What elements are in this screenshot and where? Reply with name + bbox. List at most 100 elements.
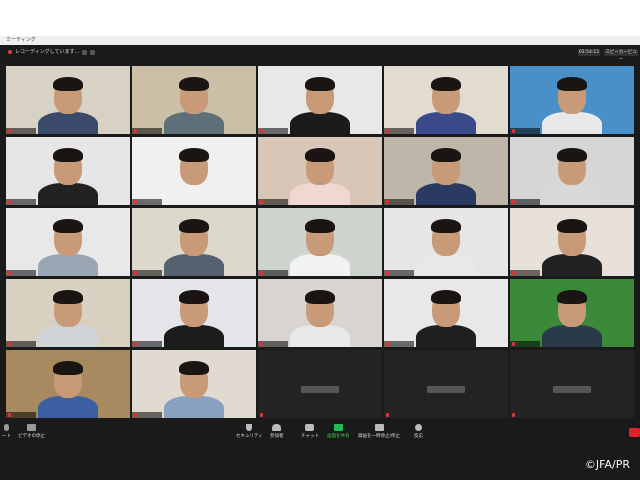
- participants-label: 参加者: [270, 434, 284, 439]
- muted-mic-icon: [386, 342, 389, 346]
- muted-mic-icon: [512, 342, 515, 346]
- participant-video-tile[interactable]: [132, 137, 256, 205]
- participant-video-tile[interactable]: [258, 208, 382, 276]
- participant-video-tile[interactable]: [510, 208, 634, 276]
- stop-recording-icon[interactable]: [90, 49, 96, 55]
- security-label: セキュリティ: [236, 434, 263, 439]
- participant-body: [290, 112, 350, 134]
- participant-hair: [557, 219, 587, 233]
- participant-body: [290, 183, 350, 205]
- muted-mic-icon: [8, 200, 11, 204]
- share-screen-icon: [333, 424, 343, 431]
- participant-video-tile[interactable]: [384, 66, 508, 134]
- muted-mic-icon: [134, 200, 137, 204]
- participant-video-tile[interactable]: [258, 66, 382, 134]
- participant-video-tile[interactable]: [510, 350, 634, 418]
- muted-mic-icon: [386, 271, 389, 275]
- reaction-button[interactable]: 反応: [414, 424, 423, 439]
- participant-video-tile[interactable]: [6, 279, 130, 347]
- participant-video-tile[interactable]: [384, 279, 508, 347]
- participant-video-tile[interactable]: [6, 208, 130, 276]
- participant-video-tile[interactable]: [6, 66, 130, 134]
- participant-hair: [431, 77, 461, 91]
- participant-hair: [431, 290, 461, 304]
- participant-body: [542, 254, 602, 276]
- share-screen-label: 画面を共有: [327, 434, 350, 439]
- participant-video-tile[interactable]: [132, 208, 256, 276]
- participant-body: [38, 396, 98, 418]
- muted-mic-icon: [260, 342, 263, 346]
- security-button[interactable]: セキュリティ: [236, 424, 263, 439]
- participants-button[interactable]: 参加者: [270, 424, 284, 439]
- participant-video-tile[interactable]: [132, 350, 256, 418]
- meeting-top-bar: レコーディングしています... 02:54:12 スピーカービュー: [0, 45, 640, 62]
- participant-body: [416, 325, 476, 347]
- participant-hair: [431, 148, 461, 162]
- muted-mic-icon: [386, 200, 389, 204]
- chat-button[interactable]: チャット: [301, 424, 319, 439]
- participant-video-tile[interactable]: [384, 137, 508, 205]
- participant-video-tile[interactable]: [510, 137, 634, 205]
- participant-video-tile[interactable]: [132, 66, 256, 134]
- participant-video-tile[interactable]: [258, 350, 382, 418]
- muted-mic-icon: [134, 271, 137, 275]
- participant-body: [416, 112, 476, 134]
- record-button[interactable]: 録画を一時停止/停止: [358, 424, 400, 439]
- speaker-view-button[interactable]: スピーカービュー: [604, 49, 638, 62]
- participant-video-tile[interactable]: [258, 137, 382, 205]
- record-label: 録画を一時停止/停止: [358, 434, 401, 439]
- participant-video-tile[interactable]: [6, 350, 130, 418]
- participant-name-placeholder: [384, 378, 508, 397]
- participant-body: [164, 325, 224, 347]
- zoom-meeting-window: ミーティング レコーディングしています... 02:54:12 スピーカービュー…: [0, 36, 640, 444]
- muted-mic-icon: [8, 271, 11, 275]
- reaction-icon: [415, 424, 422, 431]
- participant-name-placeholder: [510, 378, 634, 397]
- muted-mic-icon: [8, 342, 11, 346]
- participant-body: [38, 325, 98, 347]
- video-camera-icon: [27, 424, 36, 431]
- muted-mic-icon: [260, 200, 263, 204]
- participant-video-tile[interactable]: [132, 279, 256, 347]
- muted-mic-icon: [512, 271, 515, 275]
- participant-body: [542, 183, 602, 205]
- recording-dot-icon: [8, 50, 12, 54]
- participant-name-placeholder: [258, 378, 382, 397]
- muted-mic-icon: [8, 129, 11, 133]
- end-meeting-button[interactable]: [629, 428, 640, 437]
- muted-mic-icon: [386, 129, 389, 133]
- participant-video-tile[interactable]: [384, 208, 508, 276]
- pause-recording-icon[interactable]: [82, 49, 88, 55]
- unmute-label: ート: [2, 434, 11, 439]
- muted-mic-icon: [512, 200, 515, 204]
- participant-body: [164, 396, 224, 418]
- stop-video-label: ビデオの停止: [18, 434, 45, 439]
- participant-hair: [557, 290, 587, 304]
- participant-hair: [179, 361, 209, 375]
- participant-hair: [305, 219, 335, 233]
- stop-video-button[interactable]: ビデオの停止: [18, 424, 45, 439]
- bottom-strip: [0, 444, 640, 480]
- participant-body: [38, 183, 98, 205]
- participant-body: [164, 183, 224, 205]
- participant-hair: [179, 219, 209, 233]
- participant-body: [416, 254, 476, 276]
- participant-hair: [179, 290, 209, 304]
- participant-body: [164, 254, 224, 276]
- participant-hair: [431, 219, 461, 233]
- muted-mic-icon: [8, 413, 11, 417]
- participant-video-tile[interactable]: [510, 279, 634, 347]
- participant-video-tile[interactable]: [258, 279, 382, 347]
- participant-hair: [53, 77, 83, 91]
- muted-mic-icon: [134, 342, 137, 346]
- participant-hair: [179, 148, 209, 162]
- participant-video-tile[interactable]: [510, 66, 634, 134]
- unmute-button[interactable]: ート: [2, 424, 11, 439]
- participant-hair: [305, 77, 335, 91]
- participant-body: [542, 325, 602, 347]
- participant-body: [542, 112, 602, 134]
- participant-video-tile[interactable]: [384, 350, 508, 418]
- share-screen-button[interactable]: 画面を共有: [327, 424, 350, 439]
- participant-body: [164, 112, 224, 134]
- participant-video-tile[interactable]: [6, 137, 130, 205]
